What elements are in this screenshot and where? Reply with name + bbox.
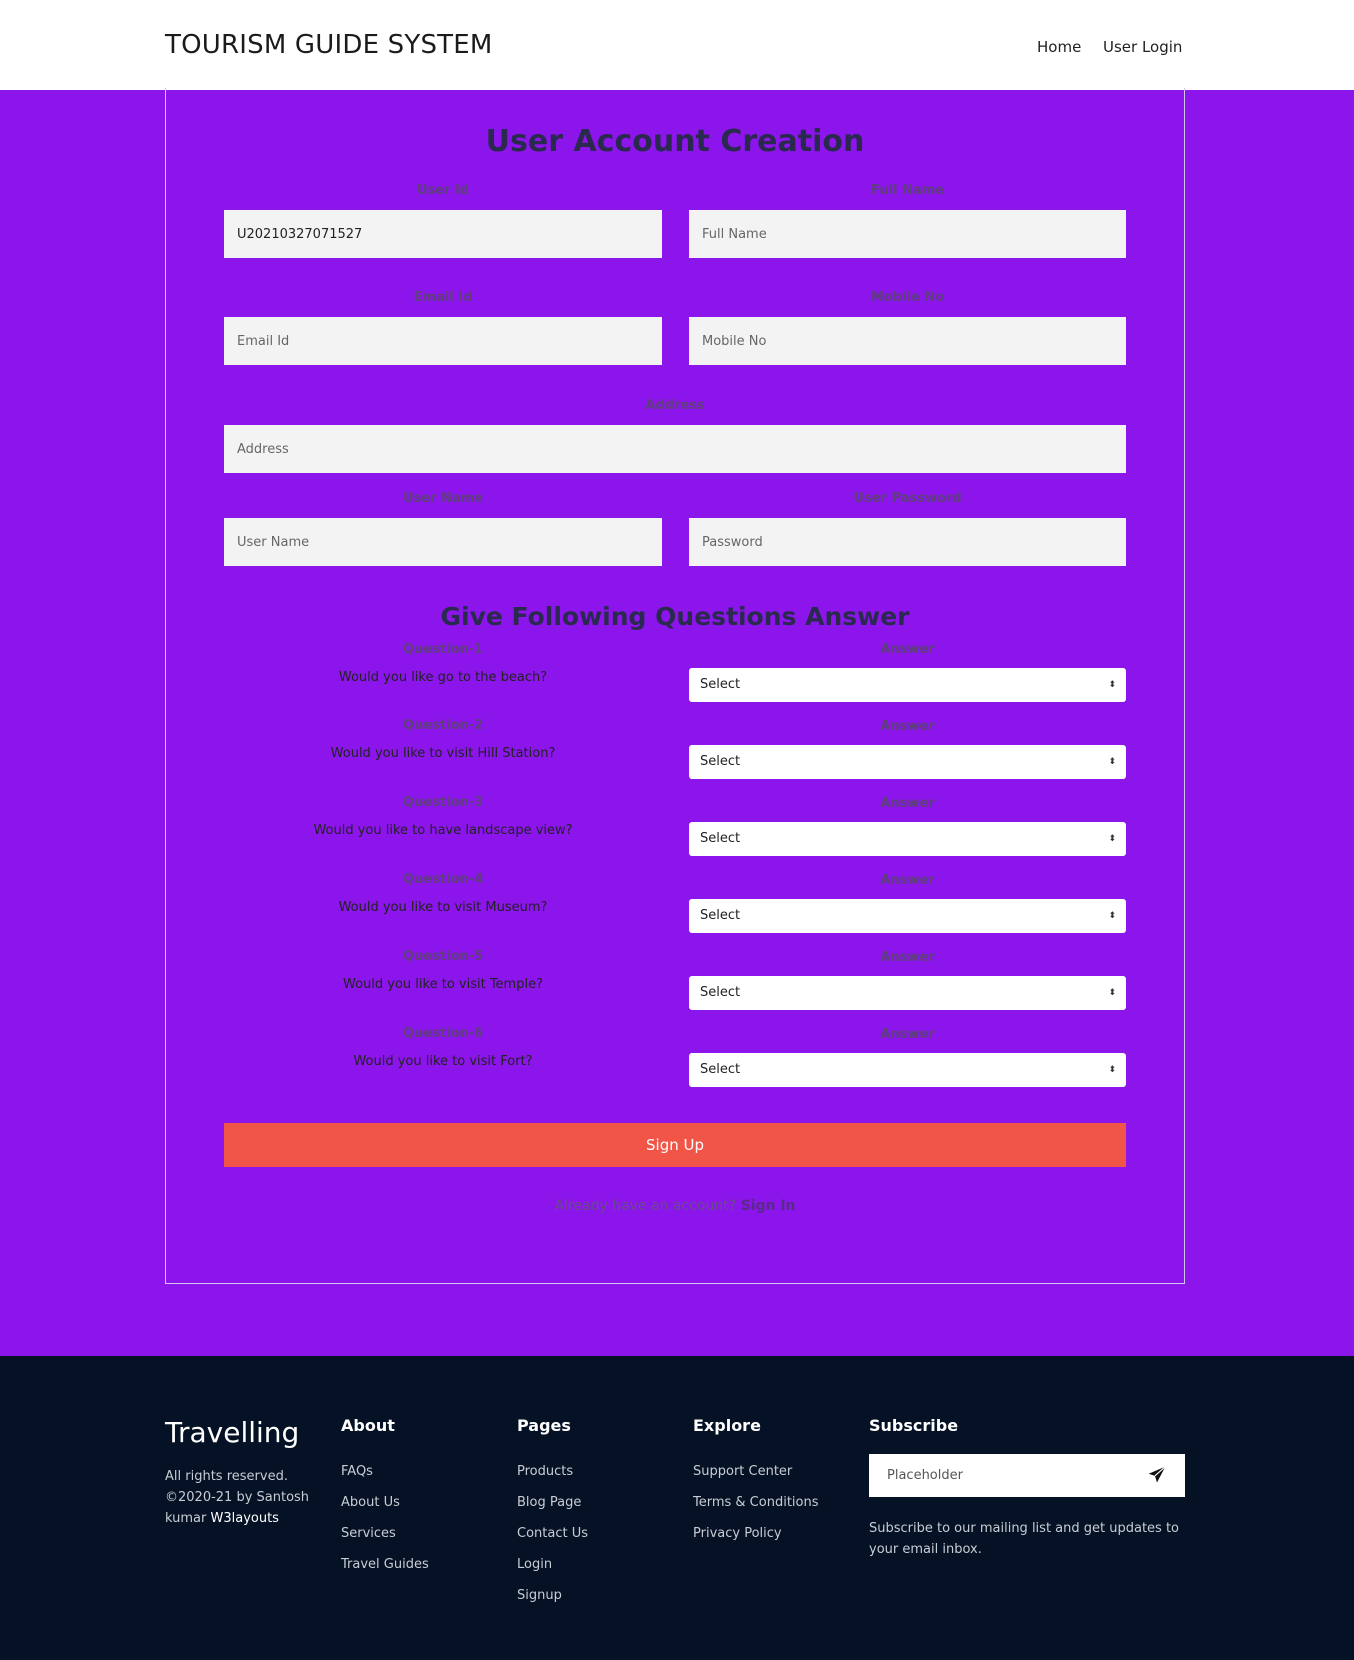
sign-in-prompt-text: Already have an account? bbox=[554, 1198, 737, 1214]
sort-arrows-icon: ⬍ bbox=[1108, 834, 1116, 844]
footer-link-products[interactable]: Products bbox=[517, 1464, 573, 1479]
footer-link-login[interactable]: Login bbox=[517, 1557, 552, 1572]
sort-arrows-icon: ⬍ bbox=[1108, 757, 1116, 767]
user-id-label: User Id bbox=[416, 183, 470, 198]
site-header: TOURISM GUIDE SYSTEM Home User Login bbox=[0, 0, 1354, 90]
footer-link-contact-us[interactable]: Contact Us bbox=[517, 1526, 588, 1541]
sort-arrows-icon: ⬍ bbox=[1108, 988, 1116, 998]
full-name-input[interactable] bbox=[689, 210, 1126, 258]
full-name-label: Full Name bbox=[871, 183, 944, 198]
sign-in-link[interactable]: Sign In bbox=[741, 1198, 796, 1214]
answer-select[interactable]: Select ⬍ bbox=[689, 976, 1126, 1010]
answer-select-value: Select bbox=[700, 1062, 741, 1077]
answer-select[interactable]: Select ⬍ bbox=[689, 899, 1126, 933]
answer-label: Answer bbox=[880, 873, 935, 888]
address-input[interactable] bbox=[224, 425, 1126, 473]
answer-label: Answer bbox=[880, 796, 935, 811]
answer-label: Answer bbox=[880, 642, 935, 657]
footer-explore-heading: Explore bbox=[693, 1416, 761, 1435]
footer-subscribe-heading: Subscribe bbox=[869, 1416, 959, 1435]
w3layouts-link[interactable]: W3layouts bbox=[210, 1511, 278, 1526]
footer-copyright: All rights reserved. ©2020-21 by Santosh… bbox=[165, 1466, 315, 1529]
subscribe-description: Subscribe to our mailing list and get up… bbox=[869, 1521, 1180, 1557]
answer-label: Answer bbox=[880, 719, 935, 734]
nav-home-link[interactable]: Home bbox=[1037, 38, 1081, 56]
subscribe-email-input[interactable] bbox=[869, 1454, 1139, 1497]
sort-arrows-icon: ⬍ bbox=[1108, 680, 1116, 690]
page-title: User Account Creation bbox=[485, 124, 865, 159]
username-label: User Name bbox=[402, 491, 484, 506]
answer-label: Answer bbox=[880, 950, 935, 965]
subscribe-box bbox=[869, 1454, 1185, 1497]
answer-select-value: Select bbox=[700, 908, 741, 923]
user-id-input[interactable] bbox=[224, 210, 662, 258]
footer-about-list: FAQs About Us Services Travel Guides bbox=[341, 1456, 429, 1580]
sign-in-prompt: Already have an account? Sign In bbox=[166, 1198, 1184, 1214]
username-input[interactable] bbox=[224, 518, 662, 566]
answer-select[interactable]: Select ⬍ bbox=[689, 745, 1126, 779]
answer-label: Answer bbox=[880, 1027, 935, 1042]
sign-up-button[interactable]: Sign Up bbox=[224, 1123, 1126, 1167]
question-label: Question-1 bbox=[402, 642, 484, 657]
answer-select[interactable]: Select ⬍ bbox=[689, 822, 1126, 856]
question-text: Would you like to visit Fort? bbox=[353, 1054, 533, 1069]
password-label: User Password bbox=[853, 491, 962, 506]
answer-select-value: Select bbox=[700, 754, 741, 769]
site-brand[interactable]: TOURISM GUIDE SYSTEM bbox=[165, 30, 493, 60]
question-label: Question-4 bbox=[402, 872, 484, 887]
question-text: Would you like to have landscape view? bbox=[313, 823, 573, 838]
footer-explore-list: Support Center Terms & Conditions Privac… bbox=[693, 1456, 819, 1549]
answer-select[interactable]: Select ⬍ bbox=[689, 668, 1126, 702]
footer-link-signup[interactable]: Signup bbox=[517, 1588, 562, 1603]
footer-about-heading: About bbox=[341, 1416, 395, 1435]
question-label: Question-2 bbox=[402, 718, 484, 733]
answer-select[interactable]: Select ⬍ bbox=[689, 1053, 1126, 1087]
paper-plane-icon[interactable] bbox=[1147, 1465, 1167, 1485]
mobile-label: Mobile No bbox=[870, 290, 945, 305]
question-label: Question-6 bbox=[402, 1026, 484, 1041]
footer-pages-heading: Pages bbox=[517, 1416, 571, 1435]
answer-select-value: Select bbox=[700, 677, 741, 692]
footer-pages-list: Products Blog Page Contact Us Login Sign… bbox=[517, 1456, 588, 1611]
question-label: Question-5 bbox=[402, 949, 484, 964]
question-text: Would you like to visit Temple? bbox=[343, 977, 543, 992]
sort-arrows-icon: ⬍ bbox=[1108, 1065, 1116, 1075]
password-input[interactable] bbox=[689, 518, 1126, 566]
email-input[interactable] bbox=[224, 317, 662, 365]
site-footer: Travelling All rights reserved. ©2020-21… bbox=[0, 1356, 1354, 1660]
questions-title: Give Following Questions Answer bbox=[440, 602, 910, 631]
registration-panel: User Account Creation User Id Full Name … bbox=[165, 88, 1185, 1284]
question-text: Would you like to visit Museum? bbox=[338, 900, 548, 915]
footer-brand[interactable]: Travelling bbox=[165, 1416, 299, 1449]
footer-link-privacy[interactable]: Privacy Policy bbox=[693, 1526, 782, 1541]
answer-select-value: Select bbox=[700, 985, 741, 1000]
footer-link-blog-page[interactable]: Blog Page bbox=[517, 1495, 581, 1510]
email-label: Email Id bbox=[413, 290, 473, 305]
footer-link-terms[interactable]: Terms & Conditions bbox=[693, 1495, 819, 1510]
address-label: Address bbox=[645, 398, 705, 413]
sort-arrows-icon: ⬍ bbox=[1108, 911, 1116, 921]
footer-link-support-center[interactable]: Support Center bbox=[693, 1464, 792, 1479]
footer-link-faqs[interactable]: FAQs bbox=[341, 1464, 373, 1479]
footer-link-about-us[interactable]: About Us bbox=[341, 1495, 400, 1510]
question-label: Question-3 bbox=[402, 795, 484, 810]
footer-link-travel-guides[interactable]: Travel Guides bbox=[341, 1557, 429, 1572]
question-text: Would you like to visit Hill Station? bbox=[330, 746, 556, 761]
footer-link-services[interactable]: Services bbox=[341, 1526, 396, 1541]
question-text: Would you like go to the beach? bbox=[338, 670, 548, 685]
mobile-input[interactable] bbox=[689, 317, 1126, 365]
nav-user-login-link[interactable]: User Login bbox=[1103, 38, 1182, 56]
answer-select-value: Select bbox=[700, 831, 741, 846]
